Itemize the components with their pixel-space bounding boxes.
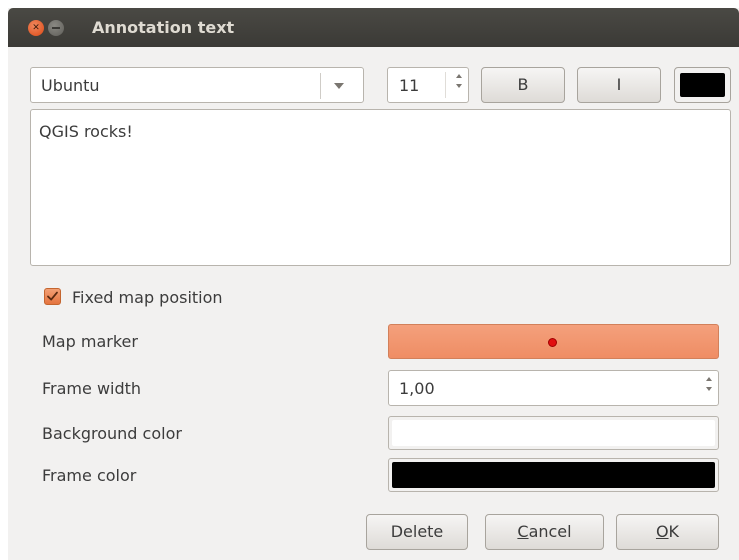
title-bar: ✕ Annotation text: [8, 8, 739, 47]
fixed-map-position-label[interactable]: Fixed map position: [72, 288, 223, 307]
spin-up-icon[interactable]: [456, 74, 462, 78]
ok-label-rest: K: [668, 522, 680, 541]
combo-divider: [320, 73, 321, 99]
background-color-button[interactable]: [388, 416, 719, 450]
window-title: Annotation text: [92, 18, 235, 37]
fixed-map-position-checkbox[interactable]: [44, 288, 61, 305]
frame-width-stepper[interactable]: [704, 377, 714, 391]
ok-mnemonic: O: [655, 522, 669, 541]
map-marker-symbol-icon: [548, 338, 557, 347]
minimize-window-button[interactable]: [48, 20, 64, 36]
font-size-stepper[interactable]: [454, 74, 464, 88]
font-family-select[interactable]: Ubuntu: [30, 67, 364, 103]
map-marker-label: Map marker: [42, 332, 138, 351]
frame-width-value: 1,00: [399, 379, 435, 398]
frame-color-swatch: [392, 462, 715, 488]
annotation-text: QGIS rocks!: [39, 122, 133, 141]
close-window-button[interactable]: ✕: [28, 20, 44, 36]
text-color-swatch: [680, 73, 725, 97]
annotation-dialog: ✕ Annotation text Ubuntu 11 B I QGIS roc…: [8, 8, 739, 560]
background-color-label: Background color: [42, 424, 182, 443]
spin-up-icon[interactable]: [706, 377, 712, 381]
cancel-label-rest: ancel: [528, 522, 572, 541]
font-family-value: Ubuntu: [41, 76, 100, 95]
ok-button[interactable]: OK: [616, 514, 719, 550]
frame-width-spinbox[interactable]: 1,00: [388, 370, 719, 406]
italic-button[interactable]: I: [577, 67, 661, 103]
font-size-spinbox[interactable]: 11: [387, 67, 469, 103]
spin-down-icon[interactable]: [706, 387, 712, 391]
cancel-button[interactable]: Cancel: [485, 514, 604, 550]
spin-down-icon[interactable]: [456, 84, 462, 88]
chevron-down-icon[interactable]: [334, 83, 344, 89]
cancel-mnemonic: C: [517, 522, 529, 541]
map-marker-button[interactable]: [388, 324, 719, 359]
annotation-text-editor[interactable]: QGIS rocks!: [30, 109, 731, 266]
frame-color-button[interactable]: [388, 458, 719, 492]
bold-button[interactable]: B: [481, 67, 565, 103]
delete-button[interactable]: Delete: [366, 514, 468, 550]
font-size-value: 11: [399, 76, 420, 95]
frame-width-label: Frame width: [42, 379, 142, 398]
spin-divider: [445, 72, 446, 98]
frame-color-label: Frame color: [42, 466, 137, 485]
background-color-swatch: [392, 420, 715, 446]
text-color-button[interactable]: [674, 67, 731, 103]
checkmark-icon: [47, 291, 58, 301]
